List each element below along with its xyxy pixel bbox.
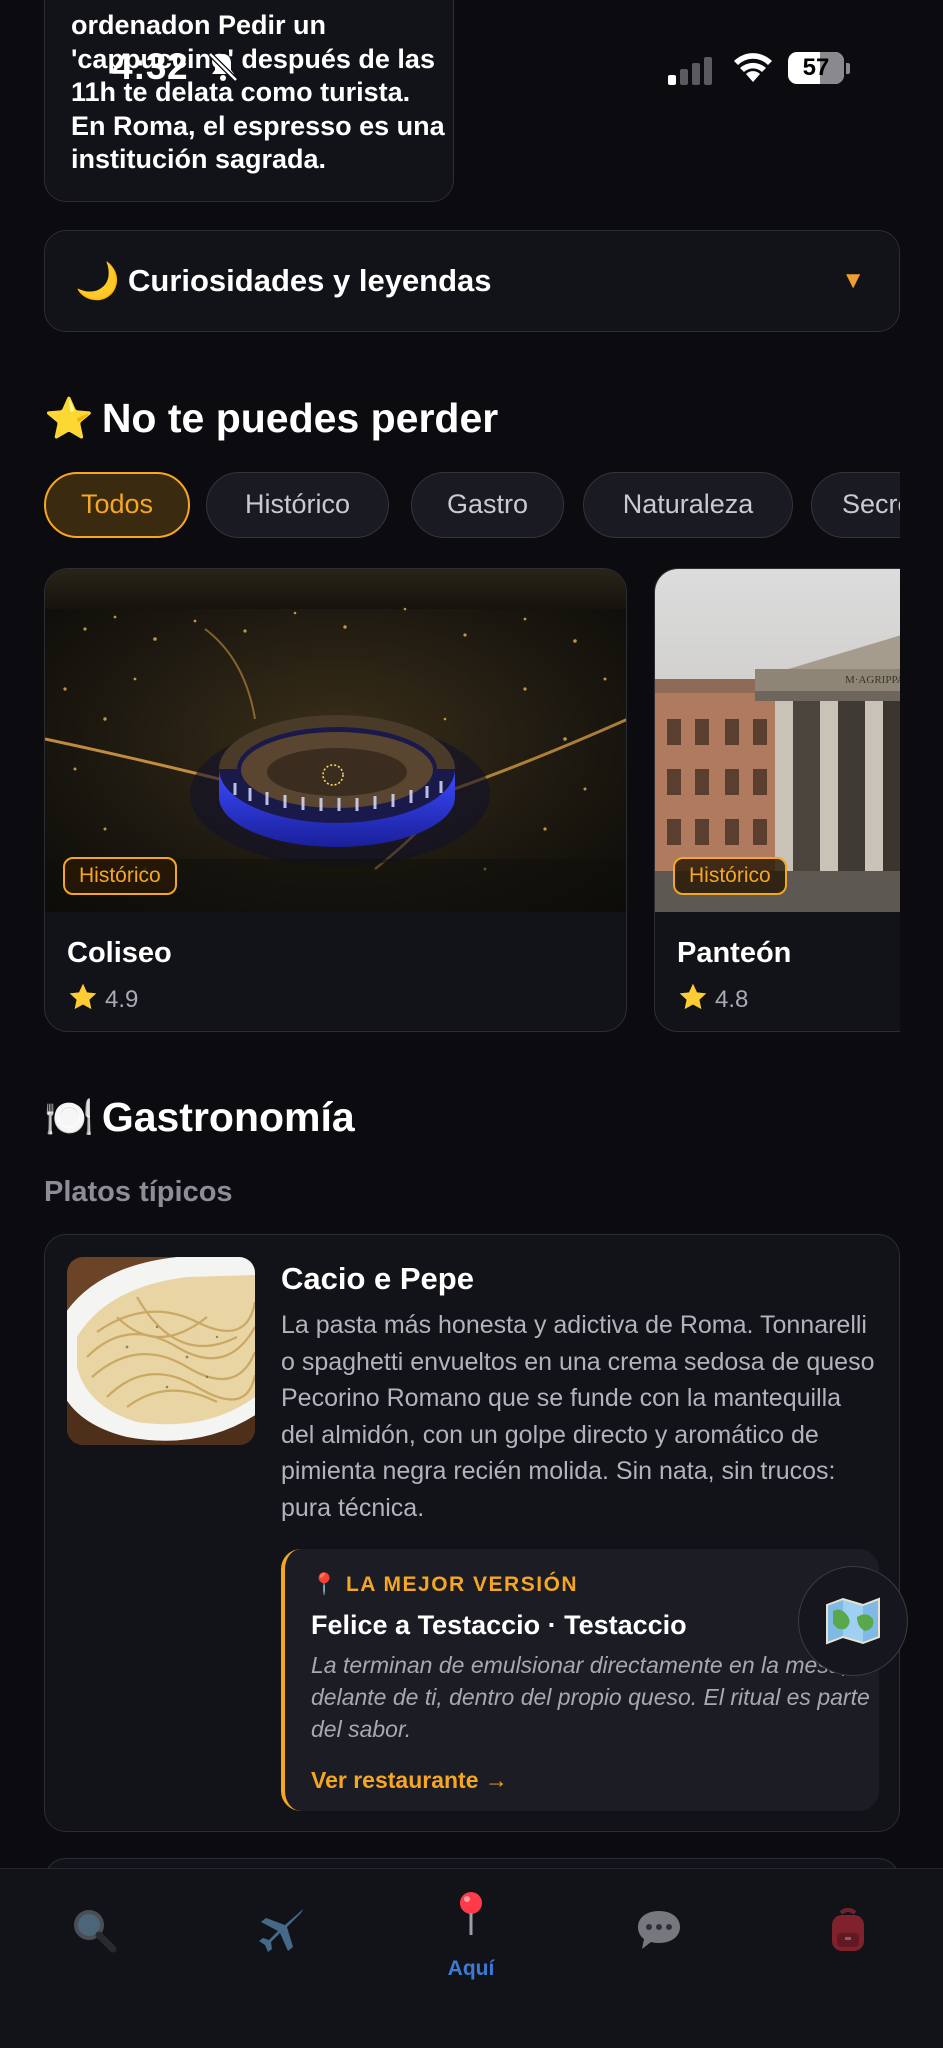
must-see-title: No te puedes perder <box>101 395 499 441</box>
typical-dishes-subtitle: Platos típicos <box>44 1176 233 1208</box>
tab-here[interactable]: Aquí <box>377 1869 565 2048</box>
category-badge: Histórico <box>63 857 177 895</box>
star-icon <box>69 983 97 1010</box>
best-version-label: 📍 LA MEJOR VERSIÓN <box>311 1573 579 1596</box>
chip-historico[interactable]: Histórico <box>206 472 389 538</box>
map-floating-button[interactable] <box>798 1566 908 1676</box>
chip-todos[interactable]: Todos <box>44 472 190 538</box>
tab-search[interactable] <box>0 1869 188 2048</box>
pin-icon <box>460 1892 482 1935</box>
place-card-coliseo[interactable]: Histórico Coliseo 4.9 <box>44 568 627 1032</box>
place-card-panteon[interactable]: M·AGRIPPA Histórico Panteón 4.8 <box>654 568 900 1032</box>
restaurant-quote: La terminan de emulsionar directamente e… <box>311 1652 870 1742</box>
curiosities-accordion[interactable]: 🌙 Curiosidades y leyendas ▼ <box>44 230 900 332</box>
rating-value: 4.8 <box>715 986 749 1013</box>
places-carousel[interactable]: Histórico Coliseo 4.9 M·AGRIPPA Históric… <box>44 568 900 1034</box>
chip-naturaleza[interactable]: Naturaleza <box>583 472 793 538</box>
airplane-icon <box>259 1909 303 1952</box>
svg-text:M·AGRIPPA: M·AGRIPPA <box>845 674 900 686</box>
backpack-icon <box>832 1908 864 1951</box>
gastronomy-heading: 🍽️ Gastronomía <box>44 1092 355 1143</box>
place-name: Coliseo <box>67 937 172 969</box>
magnifier-icon <box>74 1910 117 1953</box>
tab-label-here: Aquí <box>447 1957 495 1980</box>
star-icon <box>679 983 707 1010</box>
place-rating: 4.8 <box>677 981 748 1016</box>
dish-name: Cacio e Pepe <box>281 1261 474 1296</box>
chip-gastro[interactable]: Gastro <box>411 472 564 538</box>
tip-text: ordenadon Pedir un 'cappuccino' después … <box>71 10 445 174</box>
tab-backpack[interactable] <box>754 1869 942 2048</box>
gastronomy-title: Gastronomía <box>101 1094 355 1140</box>
moon-icon: 🌙 <box>75 260 120 301</box>
view-restaurant-link[interactable]: Ver restaurante → <box>311 1765 508 1795</box>
star-icon: ⭐ <box>44 397 94 441</box>
tab-chat[interactable] <box>565 1869 753 2048</box>
best-version-box: 📍 LA MEJOR VERSIÓN Felice a Testaccio · … <box>281 1549 879 1811</box>
cacio-e-pepe-photo <box>67 1257 255 1445</box>
place-rating: 4.9 <box>67 981 138 1016</box>
chip-secretos[interactable]: Secretos <box>811 472 900 538</box>
tip-card: ordenadon Pedir un 'cappuccino' después … <box>44 0 454 202</box>
rating-value: 4.9 <box>105 986 139 1013</box>
plate-icon: 🍽️ <box>44 1096 94 1140</box>
chevron-down-icon: ▼ <box>841 267 865 294</box>
cell-signal-icon <box>668 55 714 85</box>
category-filter-chips: Todos Histórico Gastro Naturaleza Secret… <box>44 472 900 542</box>
tab-trips[interactable] <box>188 1869 376 2048</box>
dish-card: Cacio e Pepe La pasta más honesta y adic… <box>44 1234 900 1832</box>
must-see-heading: ⭐ No te puedes perder <box>44 393 498 444</box>
category-badge: Histórico <box>673 857 787 895</box>
dish-description: La pasta más honesta y adictiva de Roma.… <box>281 1311 875 1522</box>
restaurant-name: Felice a Testaccio · Testaccio <box>311 1610 687 1640</box>
place-name: Panteón <box>677 937 792 969</box>
wifi-icon <box>734 53 772 82</box>
battery-level: 57 <box>802 54 830 81</box>
speech-bubble-icon <box>638 1911 680 1949</box>
map-icon <box>826 1597 880 1645</box>
accordion-title: Curiosidades y leyendas <box>128 263 492 298</box>
bottom-tab-bar: Aquí <box>0 1868 943 2048</box>
battery-icon: 57 <box>788 52 850 84</box>
